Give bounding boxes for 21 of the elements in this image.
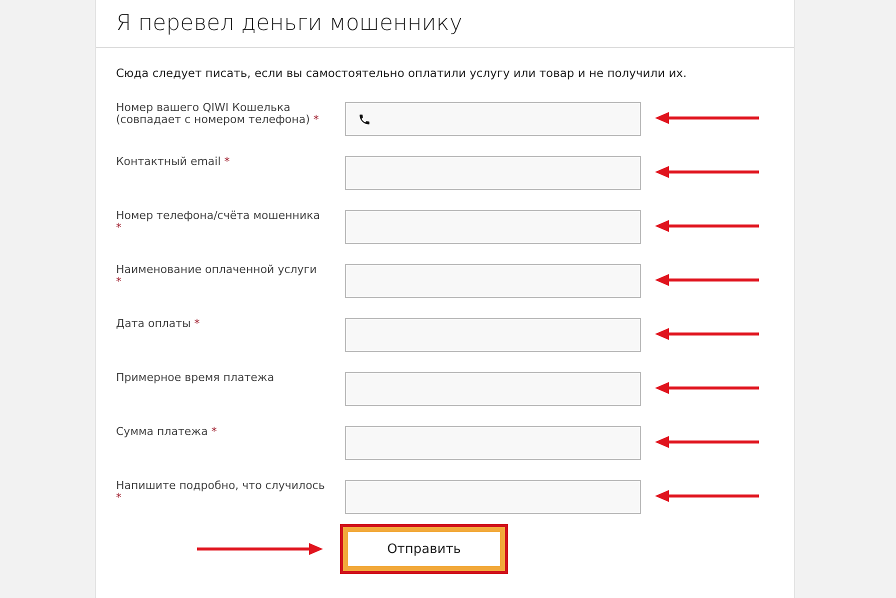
phone-icon bbox=[358, 112, 371, 126]
input-field[interactable] bbox=[345, 210, 641, 244]
field-label: Напишите подробно, что случилось * bbox=[116, 480, 326, 504]
input-field[interactable] bbox=[345, 264, 641, 298]
input-field[interactable] bbox=[345, 102, 641, 136]
field-label: Наименование оплаченной услуги * bbox=[116, 264, 318, 288]
field-label: Контактный email * bbox=[116, 156, 231, 168]
field-label: Номер вашего QIWI Кошелька (совпадает с номером телефона) * bbox=[116, 102, 320, 126]
field-label: Примерное время платежа bbox=[116, 372, 276, 384]
submit-button[interactable]: Отправить bbox=[340, 524, 508, 574]
input-field[interactable] bbox=[345, 480, 641, 514]
field-label: Дата оплаты * bbox=[116, 318, 201, 330]
field-label: Номер телефона/счёта мошенника * bbox=[116, 210, 322, 234]
page-title: Я перевел деньги мошеннику bbox=[116, 11, 462, 36]
intro-text: Сюда следует писать, если вы самостоятельно оплатили услугу или товар и не получили их. bbox=[116, 66, 688, 80]
input-field[interactable] bbox=[345, 156, 641, 190]
input-field[interactable] bbox=[345, 372, 641, 406]
input-field[interactable] bbox=[345, 426, 641, 460]
input-field[interactable] bbox=[345, 318, 641, 352]
arrow-icon bbox=[197, 543, 323, 555]
field-label: Сумма платежа * bbox=[116, 426, 218, 438]
